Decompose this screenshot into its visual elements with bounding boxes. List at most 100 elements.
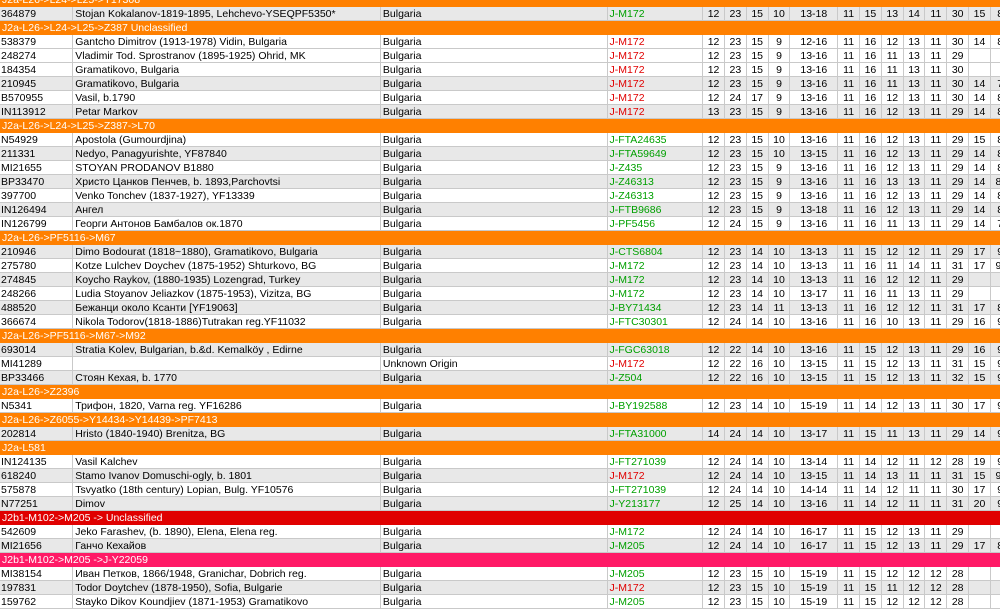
marker-value-cell: 11	[837, 48, 861, 63]
kit-number-cell: 210945	[0, 76, 74, 91]
marker-value-cell: 22	[724, 356, 747, 371]
ydna-results-table: J2a-L26->L24->L25->Y17308364879Stojan Ko…	[0, 0, 1000, 609]
marker-value-cell: 24	[724, 468, 747, 483]
kit-number-cell: 159762	[0, 594, 74, 609]
marker-value-cell: 10	[768, 482, 791, 497]
marker-value-cell: 24	[724, 314, 747, 329]
table-row: 618240 Stamo Ivanov Domuschi-ogly, b. 180…	[0, 468, 1000, 483]
marker-value-cell: 15	[746, 188, 769, 203]
haplogroup-cell: J-M172	[607, 62, 704, 77]
marker-value-cell: 29	[946, 188, 970, 203]
table-row: BP33470 Христо Цанков Пенчев, b. 1893,Par…	[0, 174, 1000, 189]
marker-value-cell: 12	[881, 34, 904, 49]
marker-value-cell: 29	[946, 524, 970, 539]
ancestor-name-cell: Apostola (Gumourdjina)	[72, 132, 381, 147]
marker-value-cell: 28	[946, 454, 970, 469]
marker-value-cell: 13	[903, 160, 926, 175]
marker-value-cell: 11	[924, 216, 948, 231]
marker-value-cell: 12	[702, 202, 725, 217]
haplogroup-cell: J-FTA59649	[607, 146, 704, 161]
marker-value-cell: 9	[768, 174, 791, 189]
group-label: J2b1-M102->M205 ->J-Y22059	[0, 552, 1000, 567]
marker-value-cell: 29	[946, 160, 970, 175]
marker-value-cell: 11	[881, 76, 904, 91]
ancestor-name-cell: Ганчо Кехайов	[72, 538, 381, 553]
kit-number-cell: 575878	[0, 482, 74, 497]
ancestor-name-cell: Трифон, 1820, Varna reg. YF16286	[72, 398, 381, 413]
table-row: IN126799 Георги Антонов Бамбалов ок.1870 B…	[0, 216, 1000, 231]
group-label: J2a-L26->L24->L25->Z387->L70	[0, 118, 1000, 133]
kit-number-cell: 248266	[0, 286, 74, 301]
marker-value-cell: 12	[881, 454, 904, 469]
haplogroup-cell: J-M172	[607, 524, 704, 539]
marker-value-cell: 13-16	[789, 188, 839, 203]
marker-value-cell: 14-14	[789, 482, 839, 497]
marker-value-cell: 13-13	[789, 300, 839, 315]
haplogroup-cell: J-FGC63018	[607, 342, 704, 357]
marker-value-cell: 13	[881, 174, 904, 189]
table-body: J2a-L26->L24->L25->Y17308364879Stojan Ko…	[0, 0, 1000, 609]
marker-value-cell: 11	[881, 48, 904, 63]
group-header-row: J2a-L26->PF5116->M67->M92	[0, 328, 1000, 343]
marker-value-cell: 15	[746, 202, 769, 217]
kit-number-cell: IN126799	[0, 216, 74, 231]
marker-value-cell: 13-18	[789, 6, 839, 21]
ancestor-name-cell	[72, 356, 381, 371]
marker-value-cell: 8	[990, 6, 1000, 21]
marker-value-cell: 9	[768, 188, 791, 203]
table-row: 184354 Gramatikovo, Bulgaria Bulgaria J-M17…	[0, 62, 1000, 77]
ancestor-name-cell: STOYAN PRODANOV B1880	[72, 160, 381, 175]
marker-value-cell: 8	[990, 202, 1000, 217]
ancestor-name-cell: Vasil Kalchev	[72, 454, 381, 469]
marker-value-cell: 14	[968, 174, 991, 189]
marker-value-cell: 29	[946, 272, 970, 287]
ancestor-name-cell: Stojan Kokalanov-1819-1895, Lehchevo-YSE…	[72, 6, 381, 21]
group-header-row: J2a-L26->PF5116->M67	[0, 230, 1000, 245]
marker-value-cell: 11	[837, 286, 861, 301]
kit-number-cell: 197831	[0, 580, 74, 595]
marker-value-cell: 9	[990, 244, 1000, 259]
marker-value-cell: 13-15	[789, 468, 839, 483]
marker-value-cell: 23	[724, 104, 747, 119]
origin-cell: Bulgaria	[380, 314, 608, 329]
marker-value-cell: 12	[881, 524, 904, 539]
marker-value-cell: 19	[968, 454, 991, 469]
haplogroup-cell: J-Z435	[607, 160, 704, 175]
marker-value-cell: 8	[990, 160, 1000, 175]
origin-cell: Bulgaria	[380, 90, 608, 105]
table-row: 202814 Hristo (1840-1940) Brenitza, BG Bul…	[0, 426, 1000, 441]
origin-cell: Bulgaria	[380, 398, 608, 413]
marker-value-cell: 29	[946, 48, 970, 63]
marker-value-cell: 10	[768, 286, 791, 301]
ancestor-name-cell: Stamo Ivanov Domuschi-ogly, b. 1801	[72, 468, 381, 483]
table-row: 488520 Бежанци около Ксанти [YF19063] Bulg…	[0, 300, 1000, 315]
marker-value-cell: 31	[946, 496, 970, 511]
marker-value-cell: 14	[903, 258, 926, 273]
marker-value-cell: 11	[837, 538, 861, 553]
marker-value-cell: 29	[946, 342, 970, 357]
ancestor-name-cell: Tsvyatko (18th century) Lopian, Bulg. YF…	[72, 482, 381, 497]
marker-value-cell: 11	[924, 132, 948, 147]
origin-cell: Bulgaria	[380, 216, 608, 231]
marker-value-cell: 16	[859, 62, 882, 77]
table-row: MI41289 Unknown Origin J-M172 12 22 16 10 13-15…	[0, 356, 1000, 371]
marker-value-cell: 11	[881, 216, 904, 231]
marker-value-cell: 24	[724, 482, 747, 497]
marker-value-cell: 14	[746, 538, 769, 553]
marker-value-cell: 13-15	[789, 356, 839, 371]
marker-value-cell: 15	[859, 342, 882, 357]
origin-cell: Bulgaria	[380, 482, 608, 497]
marker-value-cell: 11	[837, 132, 861, 147]
marker-value-cell: 12	[702, 580, 725, 595]
marker-value-cell: 10	[768, 398, 791, 413]
marker-value-cell: 12	[881, 342, 904, 357]
kit-number-cell: MI38154	[0, 566, 74, 581]
ancestor-name-cell: Dimov	[72, 496, 381, 511]
haplogroup-cell: J-M172	[607, 104, 704, 119]
marker-value-cell: 12	[881, 160, 904, 175]
marker-value-cell: 15	[746, 160, 769, 175]
marker-value-cell: 12	[702, 132, 725, 147]
marker-value-cell: 12	[881, 188, 904, 203]
origin-cell: Bulgaria	[380, 188, 608, 203]
haplogroup-cell: J-FTB9686	[607, 202, 704, 217]
